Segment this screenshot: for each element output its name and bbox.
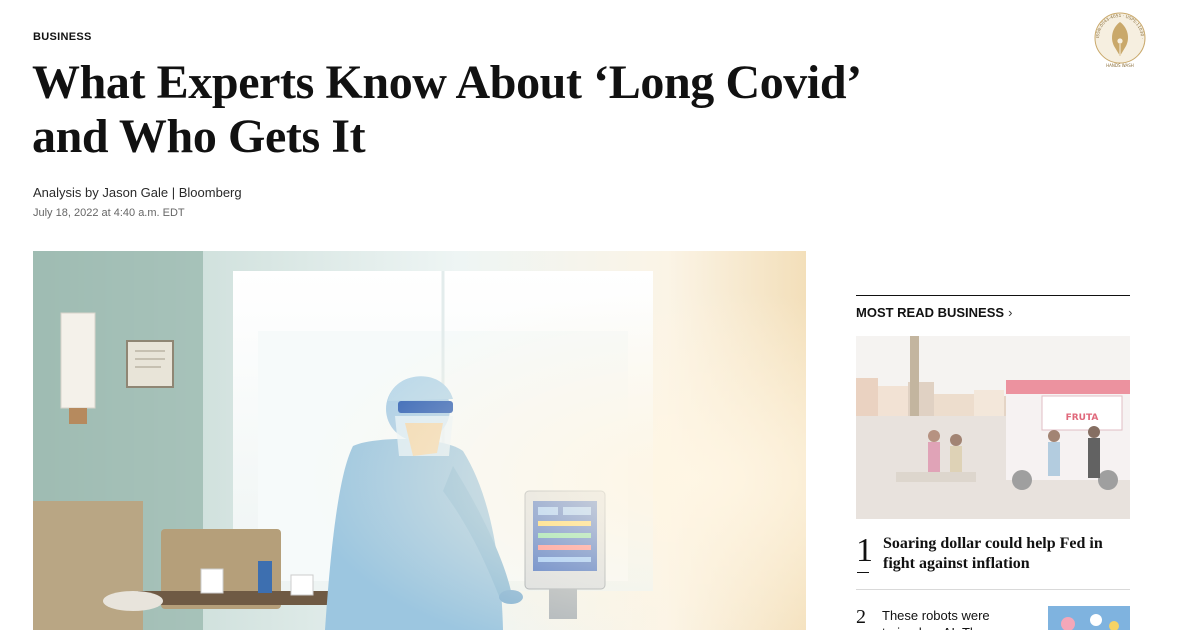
rank-number: 2 — [856, 606, 866, 628]
most-read-photo[interactable]: FRUTA — [856, 336, 1130, 519]
chevron-right-icon: › — [1008, 305, 1013, 320]
byline-prefix: Analysis by — [33, 185, 103, 200]
most-read-item: 2 These robots were trained on AI. They — [856, 605, 1130, 630]
most-read-heading: MOST READ BUSINESS — [856, 305, 1005, 320]
article-page: BUSINESS What Experts Know About ‘Long C… — [0, 0, 1200, 630]
rank-number: 1 — [856, 532, 873, 569]
byline-separator: | — [168, 185, 179, 200]
byline: Analysis by Jason Gale | Bloomberg — [33, 185, 242, 200]
rank-underline — [857, 572, 869, 573]
hero-image[interactable] — [33, 251, 806, 630]
author-link[interactable]: Jason Gale — [102, 185, 168, 200]
pen-nib-seal-icon: ISSN:0043-4051 · USPS:11030 · HANDS WASH — [1092, 8, 1148, 70]
most-read-rail: MOST READ BUSINESS › FRUTA 1 Soaring dol… — [856, 295, 1130, 630]
most-read-thumbnail[interactable] — [1048, 606, 1130, 630]
section-label[interactable]: BUSINESS — [33, 31, 92, 43]
most-read-heading-link[interactable]: MOST READ BUSINESS › — [856, 305, 1130, 320]
article-headline: What Experts Know About ‘Long Covid’ and… — [32, 56, 859, 163]
most-read-item-title[interactable]: Soaring dollar could help Fed in fight a… — [883, 534, 1133, 574]
source-link[interactable]: Bloomberg — [179, 185, 242, 200]
most-read-item: 1 Soaring dollar could help Fed in fight… — [856, 534, 1130, 590]
most-read-item-title[interactable]: These robots were trained on AI. They — [882, 607, 1012, 630]
publish-date: July 18, 2022 at 4:40 a.m. EDT — [33, 207, 185, 219]
svg-text:HANDS WASH: HANDS WASH — [1106, 63, 1134, 68]
